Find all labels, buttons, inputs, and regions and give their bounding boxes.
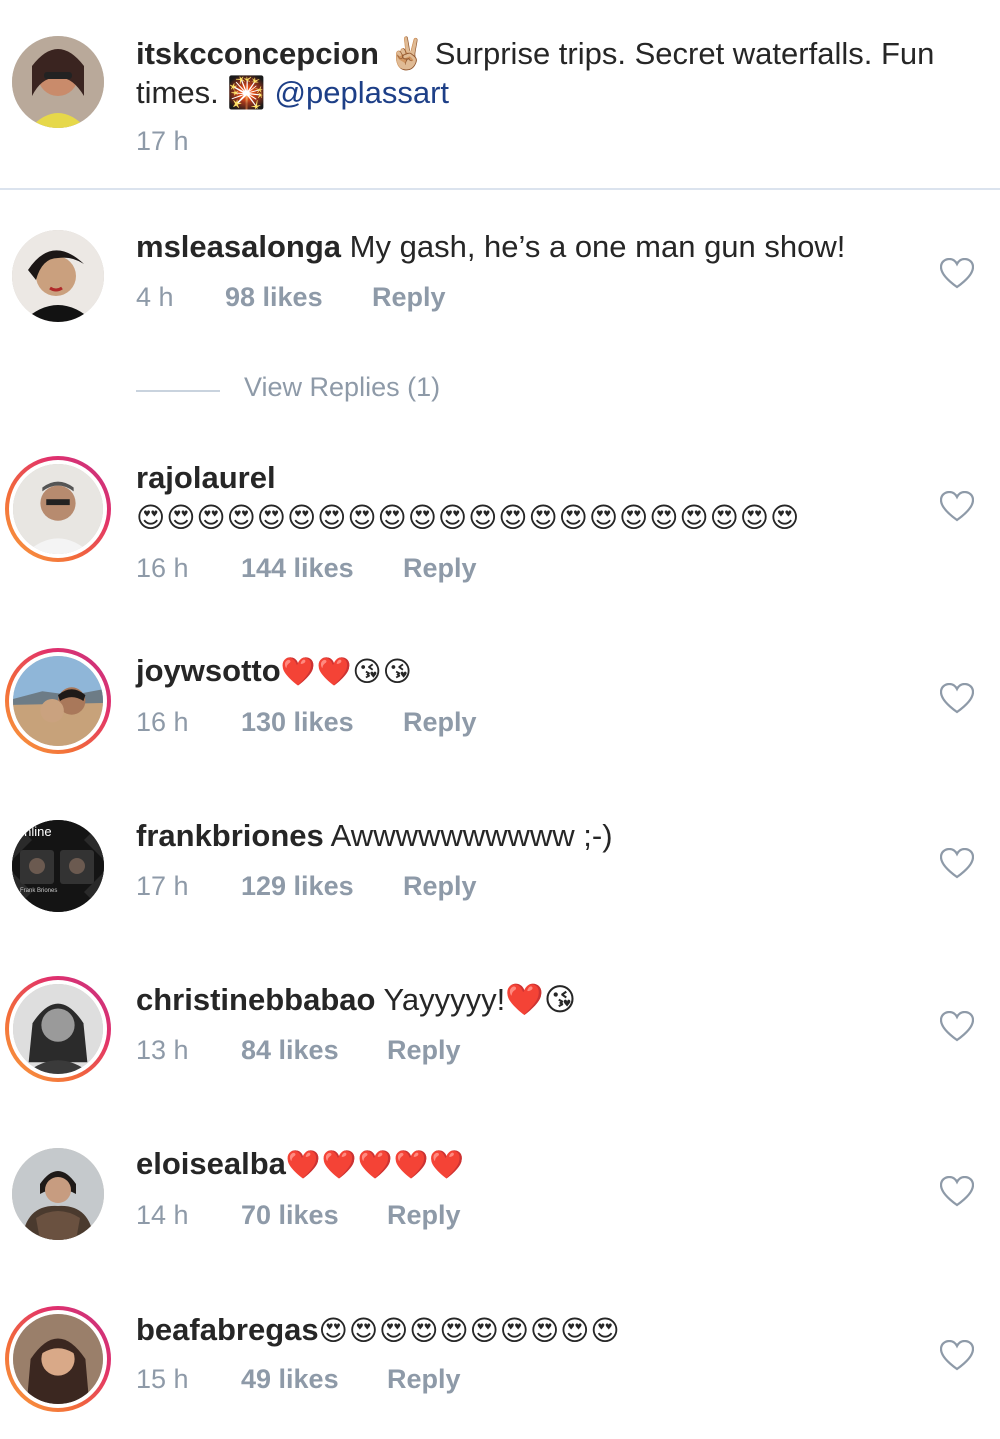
- comment-meta: 16 h 130 likes Reply: [136, 707, 477, 738]
- comment-username[interactable]: msleasalonga: [136, 229, 341, 264]
- heart-outline-icon[interactable]: [940, 1340, 974, 1372]
- post-caption: itskcconcepcion ✌🏼 Surprise trips. Secre…: [0, 0, 1000, 190]
- view-replies-line: [136, 390, 220, 392]
- comment-username[interactable]: beafabregas: [136, 1312, 319, 1347]
- avatar-itskcconcepcion[interactable]: [12, 36, 104, 128]
- comment-time: 17 h: [136, 871, 189, 901]
- svg-text:Frank Briones: Frank Briones: [20, 888, 57, 894]
- comment-likes[interactable]: 70 likes: [241, 1200, 387, 1231]
- comment-body: 😍😍😍😍😍😍😍😍😍😍😍😍😍😍😍😍😍😍😍😍😍😍: [136, 502, 801, 533]
- reply-button[interactable]: Reply: [387, 1364, 461, 1395]
- caption-username[interactable]: itskcconcepcion: [136, 36, 379, 71]
- heart-outline-icon[interactable]: [940, 1176, 974, 1208]
- comment-time: 4 h: [136, 282, 174, 312]
- comment-meta: 15 h 49 likes Reply: [136, 1364, 461, 1395]
- comment-meta: 17 h 129 likes Reply: [136, 871, 477, 902]
- comment-likes[interactable]: 144 likes: [241, 553, 403, 584]
- reply-button[interactable]: Reply: [372, 282, 446, 313]
- reply-button[interactable]: Reply: [403, 707, 477, 738]
- comment-time: 16 h: [136, 707, 189, 737]
- comment-meta: 4 h 98 likes Reply: [136, 282, 446, 313]
- comment-body: 😍😍😍😍😍😍😍😍😍😍: [318, 1315, 621, 1346]
- comment-time: 14 h: [136, 1200, 189, 1230]
- heart-outline-icon[interactable]: [940, 258, 974, 290]
- heart-outline-icon[interactable]: [940, 848, 974, 880]
- comment-username[interactable]: frankbriones: [136, 818, 324, 853]
- heart-outline-icon[interactable]: [940, 1011, 974, 1043]
- comment-text: joywsotto ❤️❤️😘😘: [136, 651, 956, 691]
- comment-text: frankbriones Awwwwwwwwww ;-): [136, 816, 956, 855]
- comment-username[interactable]: rajolaurel: [136, 460, 276, 495]
- caption-time: 17 h: [136, 126, 189, 156]
- comment-text: christinebbabao Yayyyyy!❤️😘: [136, 980, 956, 1019]
- comment-username[interactable]: joywsotto: [136, 653, 281, 688]
- reply-button[interactable]: Reply: [387, 1035, 461, 1066]
- story-ring[interactable]: [5, 648, 111, 754]
- comment-body: My gash, he’s a one man gun show!: [341, 229, 846, 264]
- avatar-joywsotto[interactable]: [13, 656, 103, 746]
- reply-button[interactable]: Reply: [387, 1200, 461, 1231]
- comment-text: eloisealba ❤️❤️❤️❤️❤️: [136, 1144, 956, 1184]
- caption-text: itskcconcepcion ✌🏼 Surprise trips. Secre…: [136, 34, 956, 112]
- reply-button[interactable]: Reply: [403, 553, 477, 584]
- avatar-beafabregas[interactable]: [13, 1314, 103, 1404]
- comment-meta: 16 h 144 likes Reply: [136, 553, 477, 584]
- caption-meta: 17 h: [136, 126, 189, 157]
- comment-text: msleasalonga My gash, he’s a one man gun…: [136, 227, 956, 266]
- comment-likes[interactable]: 98 likes: [225, 282, 372, 313]
- comment-username[interactable]: eloisealba: [136, 1146, 286, 1181]
- comment-username[interactable]: christinebbabao: [136, 982, 375, 1017]
- caption-mention[interactable]: @peplassart: [275, 75, 450, 110]
- comment-likes[interactable]: 49 likes: [241, 1364, 387, 1395]
- comment-body: ❤️❤️❤️❤️❤️: [285, 1149, 466, 1180]
- comment-likes[interactable]: 130 likes: [241, 707, 403, 738]
- avatar-msleasalonga[interactable]: [12, 230, 104, 322]
- story-ring[interactable]: [5, 1306, 111, 1412]
- reply-button[interactable]: Reply: [403, 871, 477, 902]
- comment-time: 13 h: [136, 1035, 189, 1065]
- comment-text: rajolaurel 😍😍😍😍😍😍😍😍😍😍😍😍😍😍😍😍😍😍😍😍😍😍: [136, 458, 896, 537]
- comment-meta: 14 h 70 likes Reply: [136, 1200, 461, 1231]
- comment-time: 15 h: [136, 1364, 189, 1394]
- avatar-eloisealba[interactable]: [12, 1148, 104, 1240]
- story-ring[interactable]: [5, 976, 111, 1082]
- avatar-logo-text: hinline: [14, 824, 52, 839]
- comment-text: beafabregas 😍😍😍😍😍😍😍😍😍😍: [136, 1310, 956, 1350]
- comment-meta: 13 h 84 likes Reply: [136, 1035, 461, 1066]
- comment-body: ❤️❤️😘😘: [280, 656, 413, 687]
- avatar-rajolaurel[interactable]: [13, 464, 103, 554]
- comment-likes[interactable]: 129 likes: [241, 871, 403, 902]
- comment-likes[interactable]: 84 likes: [241, 1035, 387, 1066]
- comment-body: Awwwwwwwwww ;-): [323, 818, 613, 853]
- view-replies-label[interactable]: View Replies (1): [244, 372, 440, 403]
- comment-time: 16 h: [136, 553, 189, 583]
- heart-outline-icon[interactable]: [940, 491, 974, 523]
- avatar-frankbriones[interactable]: Frank Briones hinline: [12, 820, 104, 912]
- story-ring[interactable]: [5, 456, 111, 562]
- heart-outline-icon[interactable]: [940, 683, 974, 715]
- avatar-christinebbabao[interactable]: [13, 984, 103, 1074]
- comment-body: Yayyyyy!❤️😘: [375, 982, 577, 1017]
